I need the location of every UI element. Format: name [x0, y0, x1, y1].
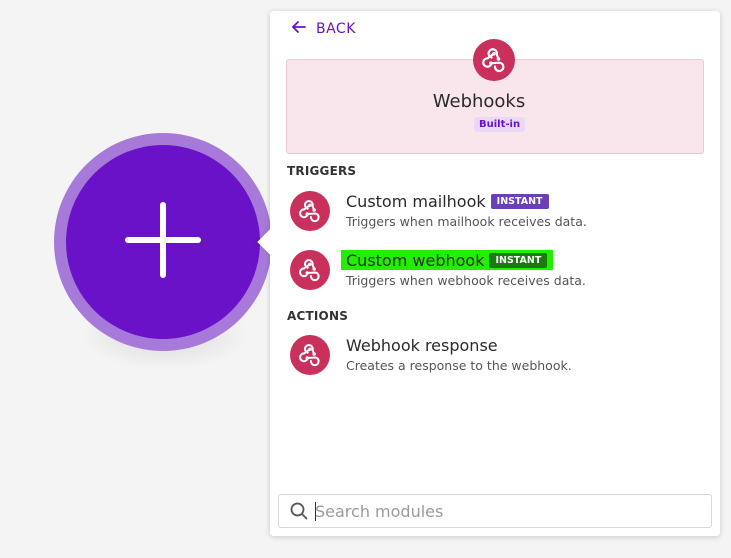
search-box[interactable]	[278, 494, 712, 528]
arrow-left-icon	[292, 21, 316, 37]
app-name: Webhooks	[432, 91, 526, 112]
module-custom-mailhook[interactable]: Custom mailhook INSTANT Triggers when ma…	[270, 191, 720, 243]
triggers-section-title: TRIGGERS	[287, 164, 357, 178]
module-title-row: Custom mailhook INSTANT	[346, 191, 549, 211]
actions-section-title: ACTIONS	[287, 309, 349, 323]
back-label: BACK	[316, 21, 356, 37]
built-in-badge: Built-in	[474, 117, 526, 132]
instant-badge: INSTANT	[489, 252, 548, 268]
module-picker-panel: BACK Webhooks Built-in TRIGGERS Custom m…	[257, 11, 720, 536]
module-custom-webhook[interactable]: Custom webhook INSTANT Triggers when web…	[270, 250, 720, 302]
webhook-icon	[290, 335, 330, 375]
module-webhook-response[interactable]: Webhook response Creates a response to t…	[270, 335, 720, 387]
webhook-icon	[290, 191, 330, 231]
search-input[interactable]	[315, 499, 695, 523]
module-description: Triggers when mailhook receives data.	[346, 214, 587, 229]
module-name: Webhook response	[346, 335, 498, 355]
search-icon	[290, 502, 308, 524]
webhook-icon	[290, 250, 330, 290]
add-module-button[interactable]	[66, 145, 260, 339]
module-description: Triggers when webhook receives data.	[346, 273, 586, 288]
module-name: Custom webhook	[346, 250, 485, 270]
module-title-row-highlighted: Custom webhook INSTANT	[341, 250, 554, 270]
plus-icon	[125, 202, 201, 282]
back-button[interactable]: BACK	[292, 21, 356, 37]
instant-badge: INSTANT	[490, 193, 549, 209]
module-description: Creates a response to the webhook.	[346, 358, 572, 373]
module-name: Custom mailhook	[346, 191, 486, 211]
module-title-row: Webhook response	[346, 335, 498, 355]
webhook-icon	[473, 39, 515, 81]
